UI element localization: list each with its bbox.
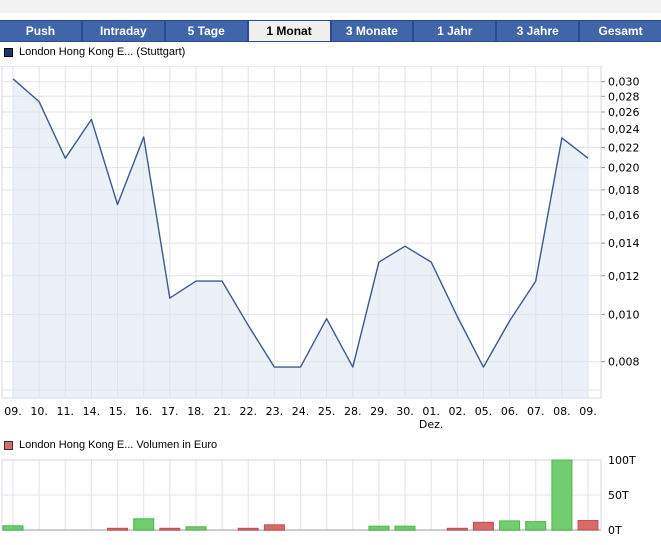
tab-gesamt[interactable]: Gesamt <box>580 21 661 41</box>
svg-text:16.: 16. <box>135 405 153 418</box>
tab-5-tage[interactable]: 5 Tage <box>166 21 247 41</box>
price-legend-label: London Hong Kong E... (Stuttgart) <box>19 46 185 58</box>
svg-text:0,026: 0,026 <box>608 106 640 119</box>
tab-3-jahre[interactable]: 3 Jahre <box>497 21 578 41</box>
svg-text:100T: 100T <box>608 454 636 467</box>
svg-text:14.: 14. <box>83 405 101 418</box>
svg-text:0,010: 0,010 <box>608 308 640 321</box>
svg-text:0,012: 0,012 <box>608 270 640 283</box>
svg-text:0,016: 0,016 <box>608 209 640 222</box>
svg-text:0,030: 0,030 <box>608 76 640 89</box>
svg-text:30.: 30. <box>396 405 414 418</box>
svg-text:28.: 28. <box>344 405 362 418</box>
svg-text:11.: 11. <box>57 405 75 418</box>
svg-text:10.: 10. <box>30 405 48 418</box>
svg-text:02.: 02. <box>449 405 467 418</box>
svg-text:18.: 18. <box>187 405 205 418</box>
svg-text:24.: 24. <box>292 405 310 418</box>
svg-text:07.: 07. <box>527 405 545 418</box>
price-line-chart: 0,0300,028 0,026 0,024 0,022 0,020 0,018 0,016… <box>0 66 661 434</box>
svg-text:0,008: 0,008 <box>608 356 640 369</box>
svg-text:17.: 17. <box>161 405 179 418</box>
price-series-swatch-icon <box>4 48 13 57</box>
svg-text:0,020: 0,020 <box>608 162 640 175</box>
svg-text:29.: 29. <box>370 405 388 418</box>
svg-text:22.: 22. <box>239 405 257 418</box>
quote-chart-widget: Push Intraday 5 Tage 1 Monat 3 Monate 1 … <box>0 0 661 545</box>
svg-text:01.: 01. <box>422 405 440 418</box>
svg-text:06.: 06. <box>501 405 519 418</box>
svg-text:0,028: 0,028 <box>608 90 640 103</box>
volume-bar-chart: 0T 50T 100T <box>0 448 661 545</box>
svg-text:23.: 23. <box>266 405 284 418</box>
svg-text:0,018: 0,018 <box>608 184 640 197</box>
svg-text:0T: 0T <box>608 524 622 537</box>
svg-text:05.: 05. <box>475 405 493 418</box>
svg-text:0,014: 0,014 <box>608 237 640 250</box>
svg-text:50T: 50T <box>608 489 629 502</box>
period-tabbar: Push Intraday 5 Tage 1 Monat 3 Monate 1 … <box>0 20 661 42</box>
svg-text:09.: 09. <box>4 405 22 418</box>
svg-text:0,024: 0,024 <box>608 123 640 136</box>
svg-text:25.: 25. <box>318 405 336 418</box>
svg-text:0,022: 0,022 <box>608 141 640 154</box>
svg-text:Dez.: Dez. <box>419 418 444 431</box>
svg-text:21.: 21. <box>213 405 231 418</box>
price-legend: London Hong Kong E... (Stuttgart) <box>4 46 185 58</box>
tab-1-monat[interactable]: 1 Monat <box>249 21 330 41</box>
svg-text:09.: 09. <box>579 405 597 418</box>
tab-intraday[interactable]: Intraday <box>83 21 164 41</box>
svg-text:08.: 08. <box>553 405 571 418</box>
tab-push[interactable]: Push <box>0 21 81 41</box>
tab-1-jahr[interactable]: 1 Jahr <box>414 21 495 41</box>
svg-text:15.: 15. <box>109 405 127 418</box>
tab-3-monate[interactable]: 3 Monate <box>332 21 413 41</box>
page-top-strip <box>0 0 661 13</box>
